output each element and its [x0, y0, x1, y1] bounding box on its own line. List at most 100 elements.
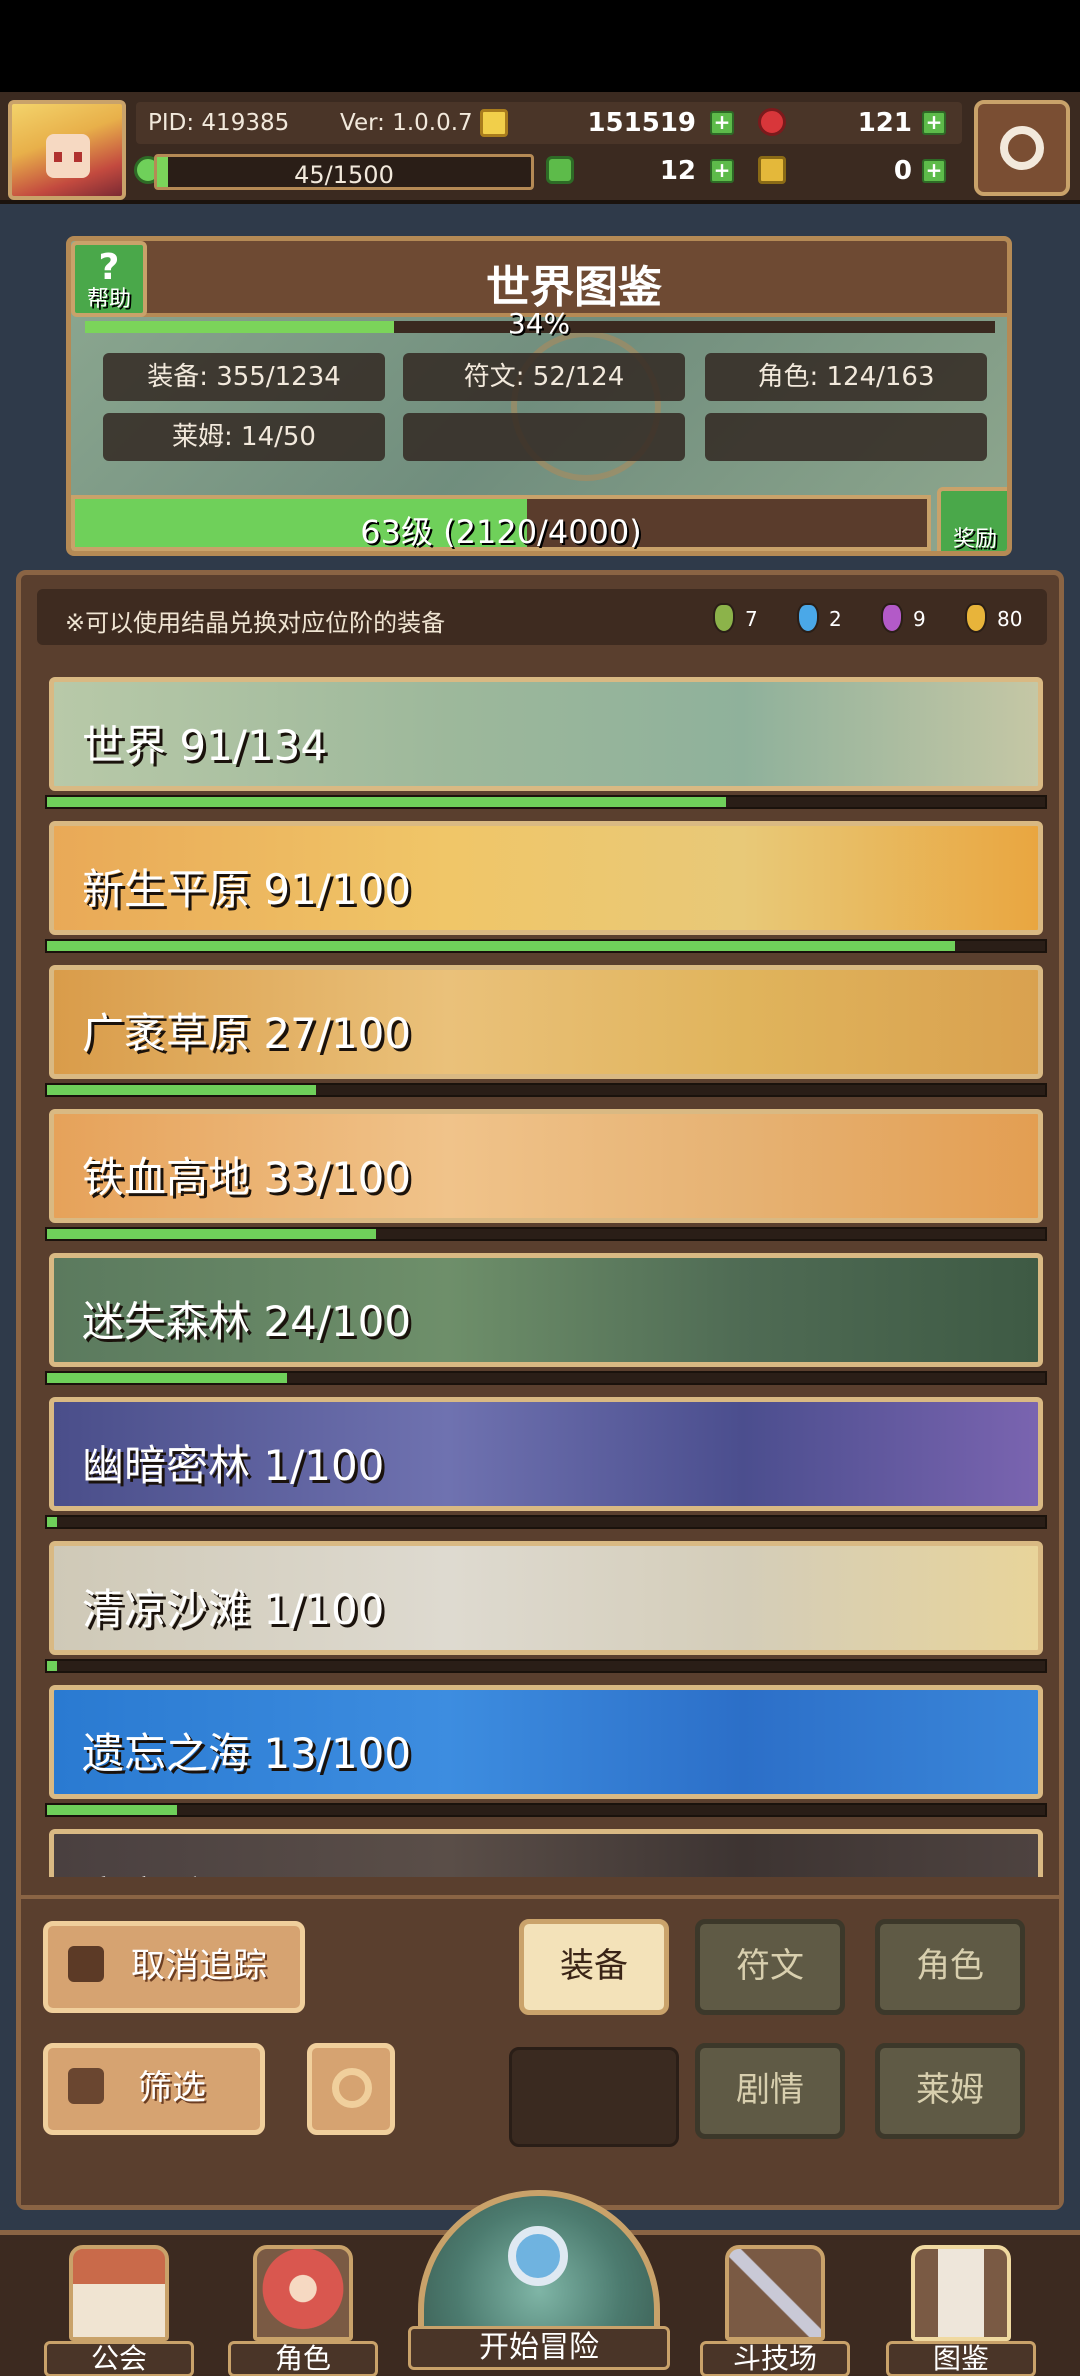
region-card[interactable]: 铁血高地 33/100	[49, 1109, 1043, 1223]
stat-empty	[403, 413, 685, 461]
region-card[interactable]: 新生平原 91/100	[49, 821, 1043, 935]
region-name: 世界 91/134	[82, 721, 328, 770]
page: PID: 419385 Ver: 1.0.0.7 151519 + 121 + …	[0, 0, 1080, 2376]
region-progress-bar	[45, 939, 1047, 953]
region-row[interactable]: 废弃矿洞 10/100	[45, 1829, 1047, 1877]
region-card[interactable]: 幽暗密林 1/100	[49, 1397, 1043, 1511]
crystal-count: 80	[997, 607, 1023, 631]
nav-codex[interactable]: 图鉴	[886, 2245, 1036, 2376]
stat-empty	[705, 413, 987, 461]
region-progress-bar	[45, 1371, 1047, 1385]
nav-guild[interactable]: 公会	[44, 2245, 194, 2376]
region-progress-bar	[45, 1515, 1047, 1529]
region-name: 新生平原 91/100	[82, 865, 412, 914]
tab-runes[interactable]: 符文	[695, 1919, 845, 2015]
region-progress-fill	[47, 941, 956, 951]
reward-button[interactable]: 奖励	[937, 487, 1007, 552]
region-card[interactable]: 遗忘之海 13/100	[49, 1685, 1043, 1799]
header-row-bottom: 45/1500 12 + 0 +	[134, 150, 962, 192]
empty-slot	[509, 2047, 679, 2147]
crystal-icon	[713, 603, 735, 633]
world-codex-summary: 世界图鉴 ? 帮助 34% 装备: 355/1234 符文: 52/124 角色…	[66, 236, 1012, 556]
add-key-button[interactable]: +	[922, 159, 946, 183]
gear-icon	[1000, 126, 1044, 170]
region-row[interactable]: 铁血高地 33/100	[45, 1109, 1047, 1245]
region-card[interactable]: 废弃矿洞 10/100	[49, 1829, 1043, 1877]
resource-header: PID: 419385 Ver: 1.0.0.7 151519 + 121 + …	[0, 92, 1080, 204]
region-name: 迷失森林 24/100	[82, 1297, 412, 1346]
region-card[interactable]: 世界 91/134	[49, 677, 1043, 791]
grid-icon	[68, 2068, 104, 2104]
help-button[interactable]: ? 帮助	[71, 241, 147, 317]
region-row[interactable]: 遗忘之海 13/100	[45, 1685, 1047, 1821]
clover-icon	[546, 156, 574, 184]
untrack-button[interactable]: 取消追踪	[43, 1921, 305, 2013]
region-name: 清凉沙滩 1/100	[82, 1585, 385, 1634]
nav-adventure-label: 开始冒险	[408, 2326, 670, 2370]
region-row[interactable]: 广袤草原 27/100	[45, 965, 1047, 1101]
crystal-count: 9	[913, 607, 926, 631]
version-label: Ver: 1.0.0.7	[340, 110, 473, 136]
stat-characters: 角色: 124/163	[705, 353, 987, 401]
region-progress-fill	[47, 1085, 317, 1095]
nav-guild-label: 公会	[44, 2341, 194, 2376]
gold-amount: 151519	[587, 108, 696, 138]
tab-slimes[interactable]: 莱姆	[875, 2043, 1025, 2139]
nav-character[interactable]: 角色	[228, 2245, 378, 2376]
nav-arena[interactable]: 斗技场	[700, 2245, 850, 2376]
crystal-count: 7	[745, 607, 758, 631]
crossed-swords-icon	[725, 2245, 825, 2341]
region-name: 广袤草原 27/100	[82, 1009, 412, 1058]
add-gold-button[interactable]: +	[710, 111, 734, 135]
nav-character-label: 角色	[228, 2341, 378, 2376]
key-amount: 0	[893, 156, 912, 186]
region-progress-fill	[47, 1373, 287, 1383]
region-card[interactable]: 迷失森林 24/100	[49, 1253, 1043, 1367]
stat-equipment: 装备: 355/1234	[103, 353, 385, 401]
control-area: 取消追踪 筛选 装备 符文 角色 剧情 莱姆	[21, 1895, 1059, 2205]
nav-adventure[interactable]: 开始冒险	[408, 2190, 670, 2376]
region-row[interactable]: 迷失森林 24/100	[45, 1253, 1047, 1389]
add-gem-button[interactable]: +	[922, 111, 946, 135]
region-card[interactable]: 广袤草原 27/100	[49, 965, 1043, 1079]
title-banner: 世界图鉴	[139, 241, 1007, 317]
region-progress-bar	[45, 1803, 1047, 1817]
magnifier-icon	[508, 2226, 568, 2286]
reward-label: 奖励	[952, 527, 997, 552]
tab-story[interactable]: 剧情	[695, 2043, 845, 2139]
filter-button[interactable]: 筛选	[43, 2043, 265, 2135]
stat-slimes: 莱姆: 14/50	[103, 413, 385, 461]
tab-equipment[interactable]: 装备	[519, 1919, 669, 2015]
region-list[interactable]: 世界 91/134 新生平原 91/100 广袤草原 27/100 铁血高地 33/1…	[45, 677, 1047, 1877]
region-progress-fill	[47, 797, 726, 807]
region-progress-fill	[47, 1229, 377, 1239]
region-row[interactable]: 世界 91/134	[45, 677, 1047, 813]
avatar-eye	[74, 152, 82, 162]
region-card[interactable]: 清凉沙滩 1/100	[49, 1541, 1043, 1655]
key-icon	[758, 156, 786, 184]
region-progress-fill	[47, 1661, 57, 1671]
red-gem-icon	[758, 108, 786, 136]
region-row[interactable]: 幽暗密林 1/100	[45, 1397, 1047, 1533]
tab-characters[interactable]: 角色	[875, 1919, 1025, 2015]
clover-amount: 12	[659, 156, 696, 186]
character-icon	[253, 2245, 353, 2341]
settings-button[interactable]	[974, 100, 1070, 196]
avatar-eye	[54, 152, 62, 162]
crystal-icon	[881, 603, 903, 633]
crystal-count: 2	[829, 607, 842, 631]
region-row[interactable]: 新生平原 91/100	[45, 821, 1047, 957]
nav-codex-label: 图鉴	[886, 2341, 1036, 2376]
stat-runes: 符文: 52/124	[403, 353, 685, 401]
region-name: 幽暗密林 1/100	[82, 1441, 385, 1490]
region-row[interactable]: 清凉沙滩 1/100	[45, 1541, 1047, 1677]
filter-label: 筛选	[138, 2068, 206, 2108]
crystal-icon	[797, 603, 819, 633]
refresh-button[interactable]	[307, 2043, 395, 2135]
untrack-label: 取消追踪	[131, 1946, 267, 1986]
guild-icon	[69, 2245, 169, 2341]
player-avatar[interactable]	[8, 100, 126, 200]
region-progress-bar	[45, 795, 1047, 809]
thumb-icon	[68, 1946, 104, 1982]
add-clover-button[interactable]: +	[710, 159, 734, 183]
